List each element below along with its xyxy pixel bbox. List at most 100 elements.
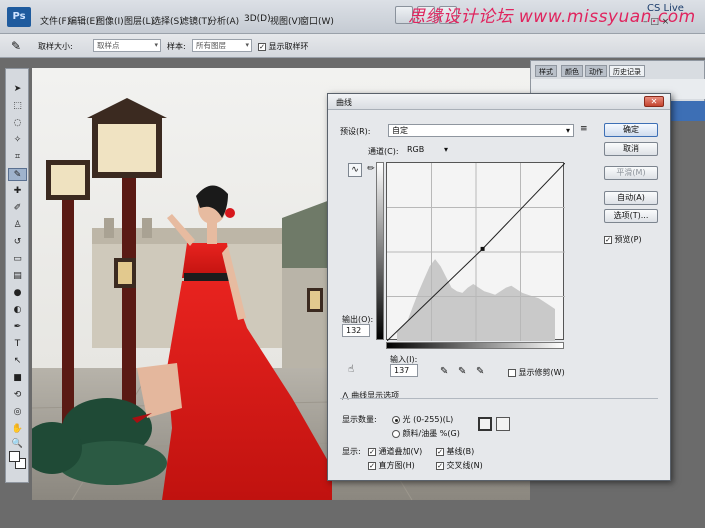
history-brush-tool-icon[interactable]: ↺ [8,236,27,249]
cancel-button[interactable]: 取消 [604,142,658,156]
type-tool-icon[interactable]: T [8,338,27,351]
foreground-color-swatch[interactable] [9,451,20,462]
menu-3d[interactable]: 3D(D) [244,14,271,24]
menu-file[interactable]: 文件(F) [40,14,70,27]
channel-label: 通道(C): [368,147,399,156]
gray-point-eyedropper-icon[interactable]: ✎ [458,366,466,377]
chevron-down-icon: ▾ [565,126,570,135]
menu-window[interactable]: 窗口(W) [300,14,334,27]
output-gradient-bar [376,162,384,340]
chevron-down-icon: ▾ [443,145,448,154]
clone-stamp-tool-icon[interactable]: ♙ [8,219,27,232]
crop-tool-icon[interactable]: ⌗ [8,151,27,164]
channel-select[interactable]: RGB ▾ [404,144,448,157]
preset-menu-icon[interactable]: ≡ [580,124,588,134]
close-button[interactable]: ✕ [644,96,664,107]
preview-row[interactable]: ✓ 预览(P) [604,234,642,245]
smooth-button[interactable]: 平滑(M) [604,166,658,180]
histogram-checkbox[interactable]: ✓ [368,461,376,470]
menu-select[interactable]: 选择(S) [152,14,183,27]
menu-image[interactable]: 图像(I) [96,14,124,27]
gradient-tool-icon[interactable]: ▤ [8,270,27,283]
menu-view[interactable]: 视图(V) [270,14,301,27]
tab-actions[interactable]: 动作 [585,65,607,77]
tab-layers-group[interactable]: 样式 [535,65,557,77]
auto-button[interactable]: 自动(A) [604,191,658,205]
dodge-tool-icon[interactable]: ◐ [8,304,27,317]
3d-rotate-tool-icon[interactable]: ⟲ [8,389,27,402]
menu-bar: Ps 文件(F) 编辑(E) 图像(I) 图层(L) 选择(S) 滤镜(T) 分… [0,0,705,34]
intersection-row[interactable]: ✓ 交叉线(N) [436,460,483,471]
photoshop-logo: Ps [7,7,31,27]
light-radio-row[interactable]: 光 (0-255)(L) [392,414,453,425]
window-controls[interactable]: – □ × [643,17,669,27]
cs-live-label[interactable]: CS Live [647,3,684,14]
show-clipping-row[interactable]: 显示修剪(W) [508,367,565,378]
pigment-radio[interactable] [392,429,400,438]
brush-tool-icon[interactable]: ✐ [8,202,27,215]
grid-fine-icon[interactable] [496,417,510,431]
curves-dialog: 曲线 ✕ 预设(R): 自定 ▾ ≡ 通道(C): RGB ▾ ∿ ✏ 输出(O… [327,93,671,481]
eyedropper-icon[interactable]: ✎ [11,39,21,53]
show-ring-checkbox[interactable]: ✓ [258,42,266,51]
show-ring-checkbox-row[interactable]: ✓ 显示取样环 [258,41,309,52]
baseline-checkbox[interactable]: ✓ [436,447,444,456]
move-tool-icon[interactable]: ➤ [8,83,27,96]
curve-control-point [480,246,485,251]
healing-brush-tool-icon[interactable]: ✚ [8,185,27,198]
intersection-checkbox[interactable]: ✓ [436,461,444,470]
sample-label: 样本: [167,42,186,51]
divider [340,398,658,399]
options-button[interactable]: 选项(T)... [604,209,658,223]
histogram-row[interactable]: ✓ 直方图(H) [368,460,415,471]
baseline-row[interactable]: ✓ 基线(B) [436,446,474,457]
menu-analysis[interactable]: 分析(A) [208,14,239,27]
show-label: 显示: [342,447,361,456]
curves-graph-svg [387,163,565,341]
lasso-tool-icon[interactable]: ◌ [8,117,27,130]
pen-tool-icon[interactable]: ✒ [8,321,27,334]
black-point-eyedropper-icon[interactable]: ✎ [440,366,448,377]
tools-panel: ➤ ⬚ ◌ ✧ ⌗ ✎ ✚ ✐ ♙ ↺ ▭ ▤ ● ◐ ✒ T ↖ ■ ⟲ ◎ … [5,68,29,483]
sample-size-label: 取样大小: [38,42,73,51]
tab-history[interactable]: 历史记录 [609,65,645,77]
hand-target-icon[interactable]: ☝ [348,364,354,375]
sample-select[interactable]: 所有图层 ▾ [192,39,252,52]
channel-overlay-row[interactable]: ✓ 通道叠加(V) [368,446,422,457]
menu-filter[interactable]: 滤镜(T) [180,14,211,27]
curves-title-bar[interactable]: 曲线 ✕ [328,94,670,110]
show-amount-label: 显示数量: [342,415,377,424]
menu-edit[interactable]: 编辑(E) [68,14,99,27]
hand-tool-icon[interactable]: ✋ [8,423,27,436]
tab-color[interactable]: 颜色 [561,65,583,77]
curves-graph[interactable] [386,162,565,341]
eraser-tool-icon[interactable]: ▭ [8,253,27,266]
color-swatches[interactable] [9,451,27,473]
eyedropper-tool-icon[interactable]: ✎ [8,168,27,181]
preview-checkbox[interactable]: ✓ [604,235,612,244]
history-selected-state[interactable] [671,101,705,121]
light-radio[interactable] [392,415,400,424]
marquee-tool-icon[interactable]: ⬚ [8,100,27,113]
white-point-eyedropper-icon[interactable]: ✎ [476,366,484,377]
blur-tool-icon[interactable]: ● [8,287,27,300]
path-select-tool-icon[interactable]: ↖ [8,355,27,368]
output-field[interactable]: 132 [342,324,370,337]
menu-layer[interactable]: 图层(L) [124,14,154,27]
zoom-tool-icon[interactable]: 🔍 [8,438,27,451]
display-options-row[interactable]: ⋀ 曲线显示选项 [342,390,399,401]
ok-button[interactable]: 确定 [604,123,658,137]
curve-edit-tool-icon[interactable]: ∿ [348,163,362,177]
3d-orbit-tool-icon[interactable]: ◎ [8,406,27,419]
input-gradient-bar [386,342,564,349]
show-clipping-checkbox[interactable] [508,368,516,377]
quick-select-tool-icon[interactable]: ✧ [8,134,27,147]
sample-size-select[interactable]: 取样点 ▾ [93,39,161,52]
channel-overlay-checkbox[interactable]: ✓ [368,447,376,456]
input-field[interactable]: 137 [390,364,418,377]
chevron-down-icon: ▾ [154,41,158,49]
preset-select[interactable]: 自定 ▾ [388,124,574,137]
shape-tool-icon[interactable]: ■ [8,372,27,385]
pigment-radio-row[interactable]: 颜料/油墨 %(G) [392,428,460,439]
grid-coarse-icon[interactable] [478,417,492,431]
